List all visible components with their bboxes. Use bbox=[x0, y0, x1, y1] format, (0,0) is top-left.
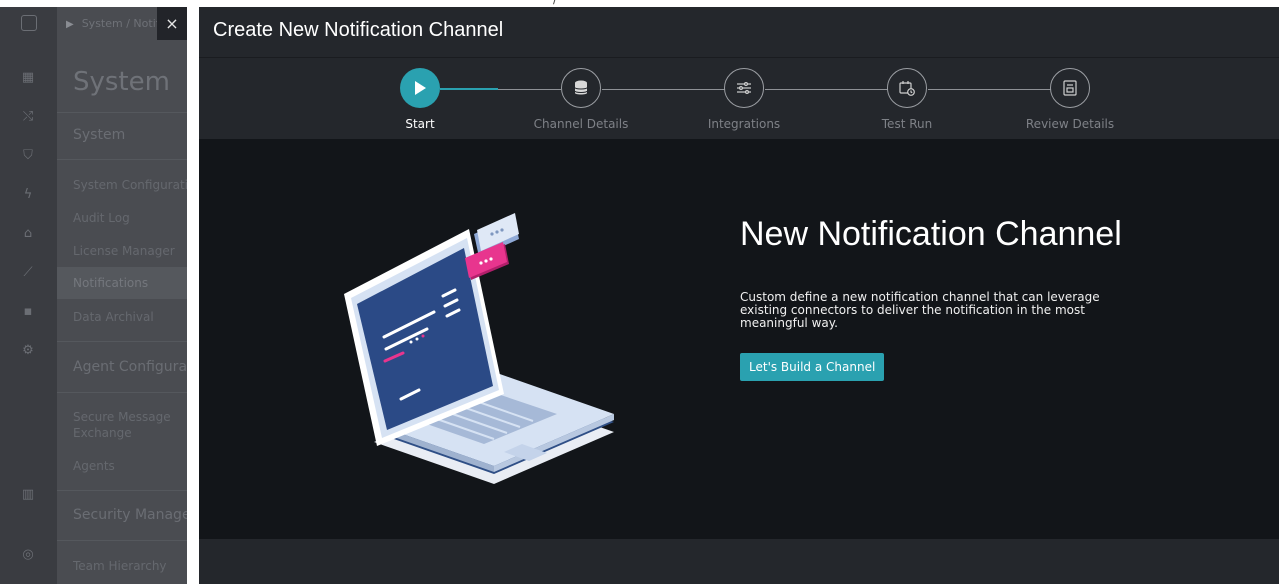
apps-icon: ▪ bbox=[23, 304, 33, 319]
divider bbox=[57, 112, 187, 113]
app-logo-icon bbox=[21, 15, 37, 31]
close-icon[interactable]: × bbox=[165, 14, 178, 33]
step-label: Start bbox=[405, 117, 435, 131]
step-label: Integrations bbox=[707, 117, 781, 131]
user-icon: ◎ bbox=[22, 547, 34, 562]
build-channel-button[interactable]: Let's Build a Channel bbox=[740, 353, 885, 381]
sidebar-item-system-configuration: System Configuration bbox=[73, 178, 187, 192]
step-start[interactable] bbox=[400, 68, 440, 108]
section-title: System bbox=[73, 127, 126, 143]
sidebar-item-notifications: Notifications bbox=[73, 276, 149, 290]
background-sidebar: ▶System / Notifications System System Sy… bbox=[57, 7, 187, 584]
top-strip-glyph: / bbox=[553, 0, 557, 6]
page-title: System bbox=[73, 67, 170, 97]
modal-content: New Notification Channel Custom define a… bbox=[199, 139, 1279, 539]
modal-title: Create New Notification Channel bbox=[213, 19, 504, 41]
divider bbox=[57, 392, 187, 393]
create-channel-modal: Create New Notification Channel Start Ch… bbox=[199, 7, 1279, 584]
building-icon: ⌂ bbox=[23, 226, 33, 241]
step-connector bbox=[928, 89, 1051, 90]
modal-footer bbox=[199, 539, 1279, 584]
step-connector bbox=[440, 88, 498, 90]
sidebar-item-license-manager: License Manager bbox=[73, 244, 175, 258]
step-connector bbox=[602, 89, 725, 90]
step-label: Test Run bbox=[881, 117, 933, 131]
bolt-icon: ϟ bbox=[23, 187, 33, 202]
play-icon bbox=[415, 81, 426, 95]
intro-heading: New Notification Channel bbox=[740, 215, 1122, 253]
step-connector bbox=[498, 89, 561, 90]
step-review-details[interactable] bbox=[1050, 68, 1090, 108]
database-icon bbox=[574, 80, 588, 95]
sidebar-item-agents: Agents bbox=[73, 459, 115, 473]
calendar-clock-icon bbox=[899, 81, 915, 96]
trash-icon: ▥ bbox=[21, 487, 35, 502]
chevron-right-icon: ▶ bbox=[66, 19, 74, 30]
step-label: Channel Details bbox=[533, 117, 629, 131]
divider bbox=[57, 540, 187, 541]
dashboard-icon: ▦ bbox=[21, 70, 35, 85]
document-icon bbox=[1063, 80, 1077, 96]
shield-icon: ⛉ bbox=[23, 148, 33, 163]
sidebar-item-data-archival: Data Archival bbox=[73, 310, 154, 324]
divider bbox=[57, 159, 187, 160]
divider bbox=[57, 341, 187, 342]
wizard-stepper: Start Channel Details Integrations Test … bbox=[199, 57, 1279, 139]
intro-description: Custom define a new notification channel… bbox=[740, 290, 1100, 330]
divider bbox=[57, 490, 187, 491]
laptop-illustration bbox=[344, 213, 614, 484]
step-channel-details[interactable] bbox=[561, 68, 601, 108]
icon-rail: ▦ ⤭ ⛉ ϟ ⌂ ⟋ ▪ ⚙ ▥ ◎ bbox=[0, 7, 57, 584]
step-integrations[interactable] bbox=[724, 68, 764, 108]
step-connector bbox=[765, 89, 888, 90]
shuffle-icon: ⤭ bbox=[22, 109, 34, 124]
close-button[interactable]: × bbox=[157, 7, 187, 40]
sidebar-item-team-hierarchy: Team Hierarchy bbox=[73, 559, 167, 573]
step-test-run[interactable] bbox=[887, 68, 927, 108]
sidebar-item-audit-log: Audit Log bbox=[73, 211, 130, 225]
modal-header: Create New Notification Channel bbox=[199, 7, 1279, 57]
sidebar-item-secure-message-exchange: Secure Message Exchange bbox=[73, 410, 171, 440]
top-strip: / bbox=[0, 0, 1279, 7]
step-label: Review Details bbox=[1025, 117, 1115, 131]
sliders-icon bbox=[737, 81, 751, 95]
settings-icon: ⚙ bbox=[22, 343, 34, 358]
section-title: Agent Configuration bbox=[73, 359, 187, 375]
section-title: Security Management bbox=[73, 507, 187, 523]
chart-icon: ⟋ bbox=[23, 265, 33, 280]
